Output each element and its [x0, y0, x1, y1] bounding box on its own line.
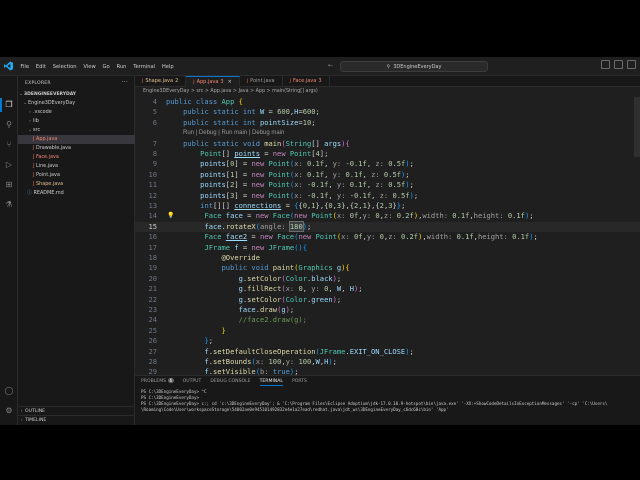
code-line: 23 face.draw(g); [148, 305, 295, 314]
menu-go[interactable]: Go [99, 64, 113, 70]
workspace-root[interactable]: ⌄3DENGINEEVERYDAY [18, 90, 134, 99]
folder-vscode[interactable]: › .vscode [18, 108, 143, 117]
breadcrumb[interactable]: Engine3DEveryDay > src > App.java > Java… [143, 88, 318, 96]
java-file-icon: J [246, 78, 249, 84]
source-control-icon[interactable]: ⑂ [4, 140, 14, 150]
code-line: 13 int[][] connections = {{0,1},{0,3},{2… [148, 201, 406, 210]
code-line: 14 💡 Face face = new Face(new Point(x: 0f… [148, 211, 534, 221]
activity-bar: ❐ ⚲ ⑂ ▷ ⊞ ⚗ ◯ ⚙ [0, 76, 18, 425]
code-line: 11 points[2] = new Point(x: -0.1f, y: 0.… [148, 180, 414, 190]
editor-group: J Shape.java 2 J App.java 3 × J Point.java J Fa… [135, 76, 640, 375]
code-editor[interactable]: 4 public class App { 5 public static int … [135, 97, 640, 375]
menu-help[interactable]: Help [159, 64, 178, 70]
code-line: 6 public static int pointSize=10; [152, 117, 316, 127]
code-line: 25 } [148, 325, 226, 335]
tab-terminal[interactable]: TERMINAL [259, 377, 283, 386]
code-line: 17 JFrame f = new JFrame(){ [148, 242, 307, 252]
chevron-right-icon: › [20, 418, 23, 423]
command-center-label: 3DEngineEveryDay [393, 63, 442, 70]
search-icon[interactable]: ⚲ [4, 120, 14, 130]
menu-run[interactable]: Run [113, 64, 130, 70]
file-readme-md[interactable]: ⓘ README.md [18, 189, 143, 198]
problems-count-badge: 6 [168, 378, 174, 383]
menu-view[interactable]: View [80, 64, 99, 70]
code-line: 10 points[1] = new Point(x: 0.1f, y: 0.1… [148, 169, 410, 179]
back-arrow-icon[interactable]: ← [328, 62, 333, 69]
file-line-java[interactable]: J Line.java [18, 162, 149, 171]
java-file-icon: J [142, 78, 144, 84]
tab-debug-console[interactable]: DEBUG CONSOLE [210, 377, 250, 386]
code-line: 29 f.setVisible(b: true); [148, 367, 299, 375]
toggle-panel-icon[interactable] [614, 60, 623, 69]
tab-shape-java[interactable]: J Shape.java 2 [135, 76, 187, 86]
code-line: 4 public class App { [152, 97, 243, 106]
folder-engine3deveryday[interactable]: ⌄Engine3DEveryDay [18, 99, 138, 108]
settings-gear-icon[interactable]: ⚙ [4, 406, 14, 416]
extensions-icon[interactable]: ⊞ [4, 180, 14, 190]
folder-lib[interactable]: › lib [18, 117, 143, 126]
terminal-output[interactable]: PS C:\3DEngineEveryDay> ^C PS C:\3DEngine… [141, 389, 637, 413]
command-center-search[interactable]: ⚲ 3DEngineEveryDay [340, 61, 488, 72]
toggle-secondary-sidebar-icon[interactable] [627, 60, 636, 69]
account-icon[interactable]: ◯ [4, 386, 14, 396]
file-face-java[interactable]: J Face.java3 [18, 153, 149, 162]
code-line: 19 public void paint(Graphics g){ [148, 263, 350, 273]
java-file-icon: J [289, 78, 291, 84]
code-line: 16 Face face2 = new Face(new Point(x: 0f… [148, 232, 538, 242]
tab-ports[interactable]: PORTS [292, 377, 307, 386]
code-line: 28 f.setBounds(x: 100,y: 100,W,H); [148, 357, 337, 366]
code-line: 12 points[3] = new Point(x: -0.1f, y: -0… [148, 190, 419, 200]
codelens-run-debug[interactable]: Run | Debug | Run main | Debug main [183, 128, 284, 138]
more-actions-icon[interactable]: ··· [121, 78, 128, 86]
menu-selection[interactable]: Selection [49, 64, 80, 70]
file-app-java[interactable]: J App.java3 [18, 135, 149, 144]
menu-terminal[interactable]: Terminal [130, 64, 159, 70]
active-indicator [0, 98, 2, 112]
nav-arrows: ← [328, 62, 333, 69]
file-shape-java[interactable]: J Shape.java2 [18, 180, 149, 189]
menu-edit[interactable]: Edit [32, 64, 49, 70]
timeline-section[interactable]: › TIMELINE [18, 415, 134, 425]
code-line: 5 public static int W = 600,H=600; [152, 107, 320, 117]
editor-tabs: J Shape.java 2 J App.java 3 × J Point.java J Fa… [135, 76, 640, 87]
folder-src[interactable]: ⌄src [18, 126, 143, 135]
vscode-window: File Edit Selection View Go Run Terminal… [0, 57, 640, 425]
code-line: 21 g.fillRect(x: 0, y: 0, W, H); [148, 284, 363, 294]
explorer-sidebar: EXPLORER ··· ⌄3DENGINEEVERYDAY ⌄Engine3D… [18, 76, 149, 425]
java-file-icon: J [193, 79, 195, 85]
code-line: 26 }; [148, 336, 213, 346]
code-line: 9 points[0] = new Point(x: 0.1f, y: -0.1… [152, 159, 414, 169]
code-line: 20 g.setColor(Color.black); [148, 273, 342, 283]
tab-app-java[interactable]: J App.java 3 × [186, 76, 240, 87]
code-line: 7 public static void main(String[] args)… [152, 138, 350, 148]
panel-tabs: PROBLEMS 6 OUTPUT DEBUG CONSOLE TERMINAL … [141, 377, 307, 386]
layout-controls [601, 60, 636, 69]
run-debug-icon[interactable]: ▷ [4, 160, 14, 170]
code-line: 22 g.setColor(Color.green); [148, 294, 342, 304]
tab-point-java[interactable]: J Point.java [240, 76, 283, 86]
menu-file[interactable]: File [17, 64, 32, 70]
close-icon[interactable]: × [228, 79, 232, 85]
code-line: 27 f.setDefaultCloseOperation(JFrame.EXI… [148, 346, 414, 356]
terminal-line: \Roaming\Code\User\workspaceStorage\5400… [141, 407, 449, 412]
file-point-java[interactable]: J Point.java [18, 171, 149, 180]
file-drawable-java[interactable]: J Drawable.java [18, 144, 149, 153]
bottom-panel: PROBLEMS 6 OUTPUT DEBUG CONSOLE TERMINAL … [135, 375, 640, 425]
testing-icon[interactable]: ⚗ [4, 200, 14, 210]
tab-output[interactable]: OUTPUT [183, 377, 202, 386]
code-line: 18 @Override [148, 253, 260, 262]
explorer-icon[interactable]: ❐ [4, 100, 14, 110]
code-line-current: 15 face.rotateX(angle: 180); [135, 220, 640, 233]
tab-problems[interactable]: PROBLEMS 6 [141, 377, 174, 386]
vscode-logo-icon [4, 61, 13, 71]
code-line: 8 Point[] points = new Point[4]; [152, 149, 329, 158]
title-bar: File Edit Selection View Go Run Terminal… [0, 57, 640, 76]
toggle-sidebar-icon[interactable] [601, 60, 610, 69]
editor-scrollbar[interactable] [634, 97, 640, 157]
tab-face-java[interactable]: J Face.java 3 [283, 76, 330, 86]
sidebar-title: EXPLORER [25, 81, 51, 86]
menu-bar: File Edit Selection View Go Run Terminal… [17, 57, 177, 76]
search-icon: ⚲ [386, 63, 391, 70]
code-line: 24 //face2.draw(g); [148, 315, 307, 325]
